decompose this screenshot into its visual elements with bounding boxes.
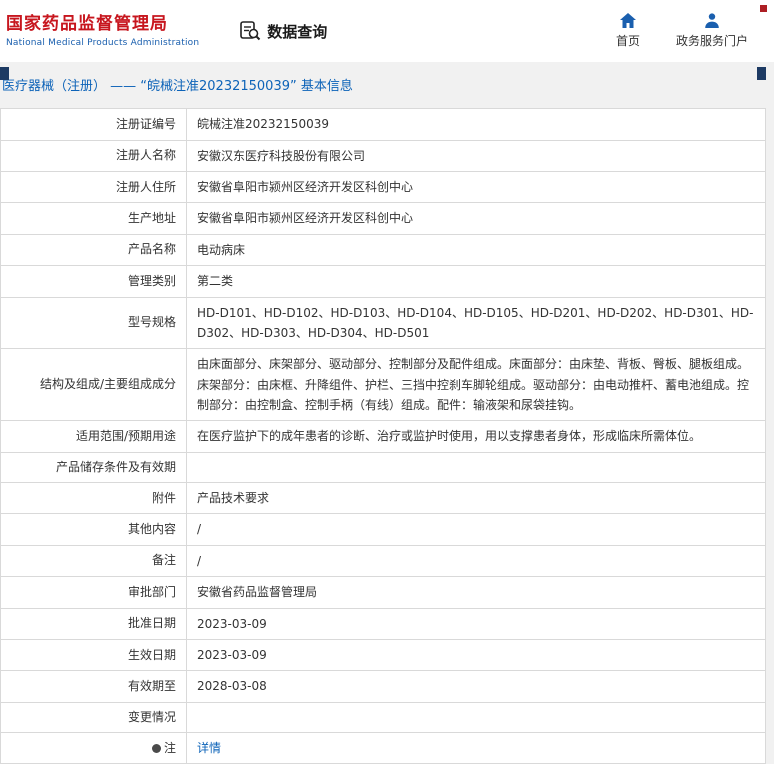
site-logo-title: 国家药品监督管理局 bbox=[6, 14, 168, 35]
page-title-bar: 医疗器械（注册） —— “皖械注准20232150039” 基本信息 bbox=[0, 62, 774, 108]
top-nav: 首页 政务服务门户 bbox=[616, 13, 756, 49]
row-value: 2023-03-09 bbox=[186, 639, 766, 672]
row-label: 产品名称 bbox=[0, 233, 187, 267]
site-header: 国家药品监督管理局 National Medical Products Admi… bbox=[0, 0, 774, 62]
table-row: 适用范围/预期用途 在医疗监护下的成年患者的诊断、治疗或监护时使用，用以支撑患者… bbox=[0, 420, 766, 453]
site-logo[interactable]: 国家药品监督管理局 National Medical Products Admi… bbox=[6, 14, 199, 47]
table-row: 其他内容 / bbox=[0, 513, 766, 546]
table-row: 注册人名称 安徽汉东医疗科技股份有限公司 bbox=[0, 139, 766, 172]
table-row: 附件 产品技术要求 bbox=[0, 482, 766, 515]
table-row: 型号规格 HD-D101、HD-D102、HD-D103、HD-D104、HD-… bbox=[0, 296, 766, 350]
table-row: 审批部门 安徽省药品监督管理局 bbox=[0, 576, 766, 609]
table-row: 结构及组成/主要组成成分 由床面部分、床架部分、驱动部分、控制部分及配件组成。床… bbox=[0, 348, 766, 422]
nav-home-label: 首页 bbox=[615, 34, 640, 48]
row-label: 备注 bbox=[0, 544, 187, 578]
row-label: 生效日期 bbox=[0, 639, 187, 672]
data-query-heading: 数据查询 bbox=[239, 20, 327, 42]
row-label: 注册人住所 bbox=[0, 170, 187, 204]
row-label: 型号规格 bbox=[0, 296, 187, 350]
row-value: 2028-03-08 bbox=[186, 670, 766, 703]
row-label: 注册证编号 bbox=[0, 108, 187, 141]
table-row: 注册证编号 皖械注准20232150039 bbox=[0, 108, 766, 141]
data-query-label: 数据查询 bbox=[267, 22, 328, 41]
search-icon bbox=[239, 20, 261, 42]
row-value: 电动病床 bbox=[186, 233, 766, 267]
nav-portal-label: 政务服务门户 bbox=[675, 34, 748, 48]
home-icon bbox=[619, 13, 636, 28]
row-value: 安徽省阜阳市颍州区经济开发区科创中心 bbox=[186, 170, 766, 204]
table-row: 有效期至 2028-03-08 bbox=[0, 670, 766, 703]
row-label: 有效期至 bbox=[0, 670, 187, 703]
title-right-cap bbox=[757, 67, 766, 80]
row-value: 2023-03-09 bbox=[186, 607, 766, 641]
table-row: 产品名称 电动病床 bbox=[0, 233, 766, 267]
row-value: 安徽汉东医疗科技股份有限公司 bbox=[186, 139, 766, 172]
table-row: 变更情况 bbox=[0, 701, 766, 733]
row-label: 注 bbox=[0, 731, 187, 764]
row-value: 由床面部分、床架部分、驱动部分、控制部分及配件组成。床面部分：由床垫、背板、臀板… bbox=[186, 348, 766, 422]
table-row: 注 详情 bbox=[0, 731, 766, 764]
table-row: 生效日期 2023-03-09 bbox=[0, 639, 766, 672]
nav-home[interactable]: 首页 bbox=[616, 13, 640, 49]
row-value: / bbox=[186, 513, 766, 546]
row-label: 生产地址 bbox=[0, 202, 187, 235]
nav-portal[interactable]: 政务服务门户 bbox=[676, 13, 748, 49]
row-label: 其他内容 bbox=[0, 513, 187, 546]
row-label: 附件 bbox=[0, 482, 187, 515]
row-label: 管理类别 bbox=[0, 265, 187, 298]
detail-link[interactable]: 详情 bbox=[197, 741, 221, 755]
table-row: 批准日期 2023-03-09 bbox=[0, 607, 766, 641]
row-label: 产品储存条件及有效期 bbox=[0, 451, 187, 484]
site-logo-subtitle: National Medical Products Administration bbox=[6, 37, 200, 48]
table-row: 注册人住所 安徽省阜阳市颍州区经济开发区科创中心 bbox=[0, 170, 766, 204]
row-value: / bbox=[186, 544, 766, 578]
row-value: 产品技术要求 bbox=[186, 482, 766, 515]
row-value: 安徽省药品监督管理局 bbox=[186, 576, 766, 609]
row-label-text: 注 bbox=[163, 740, 176, 755]
row-value bbox=[186, 701, 766, 733]
table-row: 生产地址 安徽省阜阳市颍州区经济开发区科创中心 bbox=[0, 202, 766, 235]
row-label: 适用范围/预期用途 bbox=[0, 420, 187, 453]
row-value: 详情 bbox=[186, 731, 766, 764]
row-label: 审批部门 bbox=[0, 576, 187, 609]
row-label: 结构及组成/主要组成成分 bbox=[0, 348, 187, 422]
row-value bbox=[186, 451, 766, 484]
row-value: 安徽省阜阳市颍州区经济开发区科创中心 bbox=[186, 202, 766, 235]
row-label: 注册人名称 bbox=[0, 139, 187, 172]
row-label: 批准日期 bbox=[0, 607, 187, 641]
corner-red-square bbox=[760, 5, 767, 12]
row-label: 变更情况 bbox=[0, 701, 187, 733]
row-value: 第二类 bbox=[186, 265, 766, 298]
info-table: 注册证编号 皖械注准20232150039 注册人名称 安徽汉东医疗科技股份有限… bbox=[0, 108, 766, 764]
row-value: 皖械注准20232150039 bbox=[186, 108, 766, 141]
title-left-cap bbox=[0, 67, 9, 80]
person-icon bbox=[704, 13, 720, 28]
row-value: 在医疗监护下的成年患者的诊断、治疗或监护时使用，用以支撑患者身体，形成临床所需体… bbox=[186, 420, 766, 453]
content-area: 医疗器械（注册） —— “皖械注准20232150039” 基本信息 注册证编号… bbox=[0, 62, 774, 764]
table-row: 管理类别 第二类 bbox=[0, 265, 766, 298]
page-title: 医疗器械（注册） —— “皖械注准20232150039” 基本信息 bbox=[2, 79, 353, 94]
table-row: 产品储存条件及有效期 bbox=[0, 451, 766, 484]
note-bullet-icon bbox=[151, 743, 161, 753]
table-row: 备注 / bbox=[0, 544, 766, 578]
row-value: HD-D101、HD-D102、HD-D103、HD-D104、HD-D105、… bbox=[186, 296, 766, 350]
